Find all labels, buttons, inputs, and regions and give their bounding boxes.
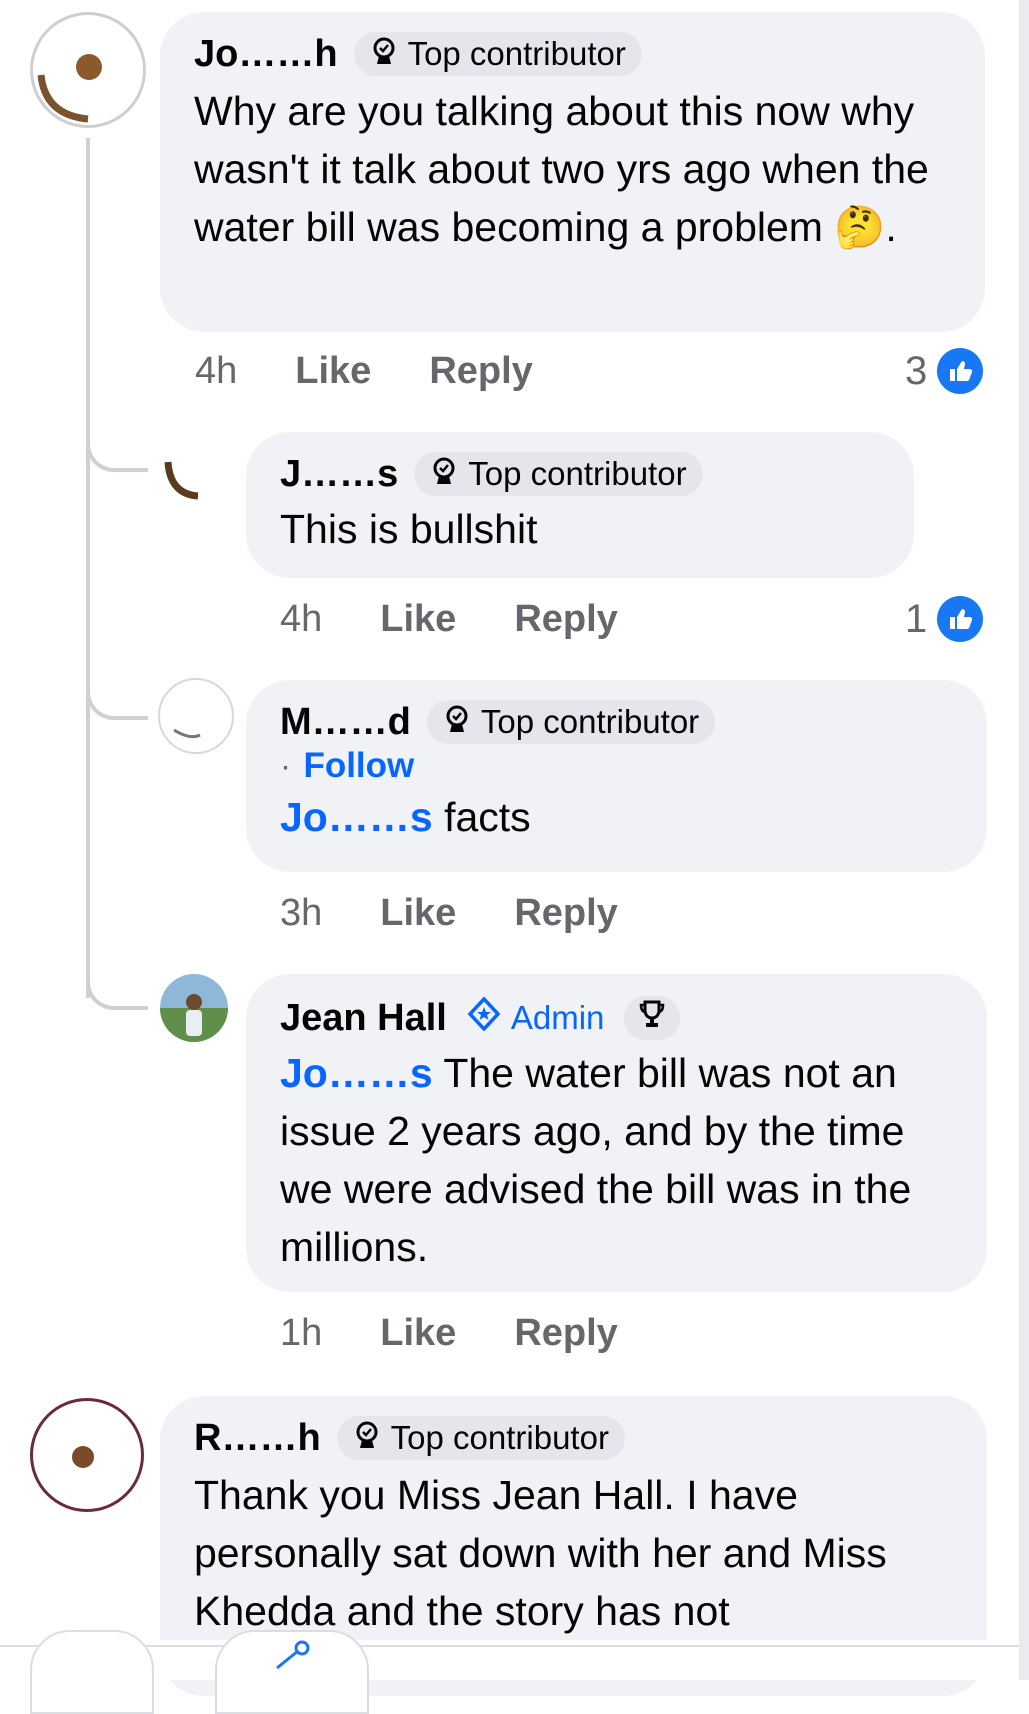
right-scroll-edge [1019,0,1029,1680]
thread-line [86,138,90,998]
comment-actions: 4h Like Reply [280,598,676,641]
comment-actions: 3h Like Reply [280,892,676,935]
comment-bubble: M……d Top contributor · Follow Jo……s fact… [246,680,987,872]
timestamp[interactable]: 1h [280,1312,322,1355]
reply-button[interactable]: Reply [514,598,617,641]
admin-shield-icon [467,996,501,1039]
contributor-badge-icon [353,1419,381,1457]
avatar[interactable] [158,678,234,754]
comment-actions: 4h Like Reply [195,350,591,393]
comment-text: Why are you talking about this now why w… [194,88,929,250]
reaction-count: 3 [905,348,928,393]
comment-text: Jo……s The water bill was not an issue 2 … [280,1044,959,1276]
like-reaction-icon [937,348,984,394]
thread-branch [86,678,148,720]
comment-bubble: J……s Top contributor This is bullshit [246,432,914,578]
comment-bubble: Jo……h Top contributor Why are you talkin… [160,12,985,332]
avatar[interactable] [30,12,146,128]
badge-label: Admin [510,999,605,1036]
share-icon [272,1640,312,1675]
timestamp[interactable]: 4h [195,350,237,393]
timestamp[interactable]: 3h [280,892,322,935]
author-name[interactable]: Jo……h [194,33,338,76]
comment-text: Jo……s facts [280,788,957,846]
like-reaction-icon [937,596,984,642]
like-button[interactable]: Like [380,892,456,935]
reply-button[interactable]: Reply [514,892,617,935]
like-button[interactable]: Like [295,350,371,393]
trophy-badge[interactable] [624,996,681,1040]
badge-label: Top contributor [390,1419,609,1456]
trophy-icon [638,999,666,1037]
reaction-summary[interactable]: 1 [905,596,984,642]
author-name[interactable]: R……h [194,1417,321,1460]
follow-button[interactable]: Follow [303,746,414,785]
like-button[interactable]: Like [380,598,456,641]
comment-bubble: Jean Hall Admin Jo……s The water bill was… [246,974,987,1292]
avatar[interactable] [30,1398,144,1512]
top-contributor-badge[interactable]: Top contributor [336,1416,625,1460]
comment-text: Thank you Miss Jean Hall. I have persona… [194,1472,887,1634]
top-contributor-badge[interactable]: Top contributor [353,32,642,76]
like-button[interactable]: Like [380,1312,456,1355]
author-name[interactable]: Jean Hall [280,997,447,1040]
author-name[interactable]: M……d [280,701,411,744]
reaction-count: 1 [905,596,928,641]
mention-link[interactable]: Jo……s [280,794,433,840]
author-name[interactable]: J……s [280,453,398,496]
separator-dot: · [280,747,291,784]
contributor-badge-icon [370,35,398,73]
contributor-badge-icon [443,703,471,741]
admin-badge[interactable]: Admin [463,994,609,1042]
thread-branch [86,968,148,1010]
bottom-action-left[interactable] [30,1630,154,1714]
bottom-divider [0,1645,1019,1647]
share-button[interactable] [215,1630,369,1714]
mention-link[interactable]: Jo……s [280,1050,433,1096]
reply-button[interactable]: Reply [429,350,532,393]
reaction-summary[interactable]: 3 [905,348,984,394]
timestamp[interactable]: 4h [280,598,322,641]
reply-button[interactable]: Reply [514,1312,617,1355]
comment-text: This is bullshit [280,506,538,552]
comment-actions: 1h Like Reply [280,1312,676,1355]
top-contributor-badge[interactable]: Top contributor [426,700,716,744]
top-contributor-badge[interactable]: Top contributor [414,452,703,496]
thread-branch [86,430,148,472]
avatar[interactable] [160,430,232,502]
badge-label: Top contributor [480,703,700,740]
badge-label: Top contributor [407,35,626,72]
badge-label: Top contributor [468,455,687,492]
comment-body: facts [444,794,531,840]
avatar[interactable] [160,974,228,1042]
contributor-badge-icon [430,455,458,493]
